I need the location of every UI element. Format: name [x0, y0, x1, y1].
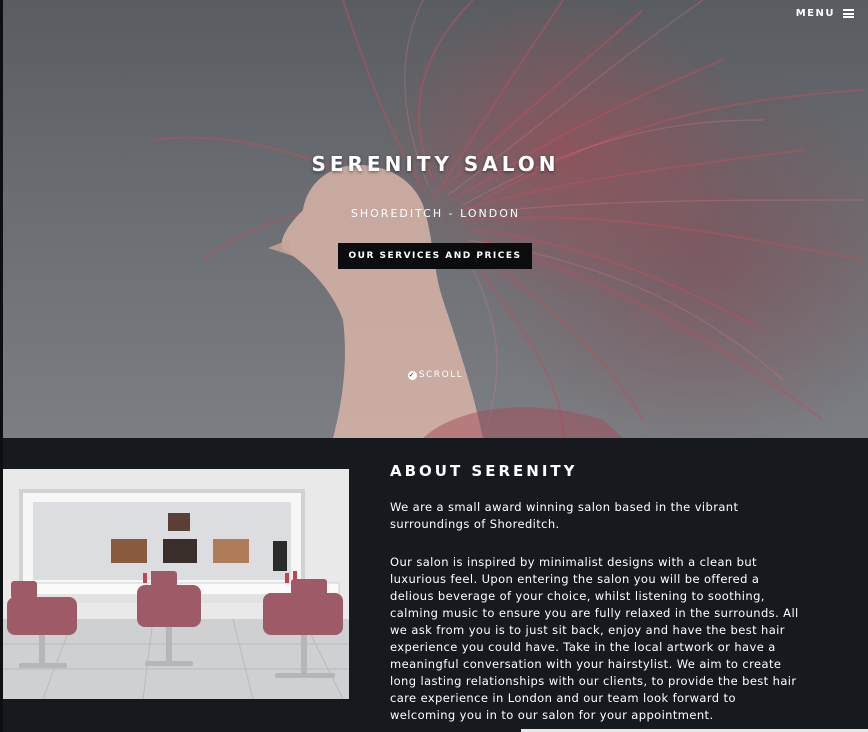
about-paragraph-2: Our salon is inspired by minimalist desi… [390, 555, 799, 722]
about-title: ABOUT SERENITY [390, 462, 578, 480]
hamburger-icon [843, 9, 854, 18]
chevron-down-circle-icon: ✓ [407, 370, 417, 380]
salon-interior-photo [3, 469, 349, 699]
left-edge [0, 0, 3, 732]
hero-title: SERENITY SALON [311, 152, 560, 176]
hero-subtitle: SHOREDITCH - LONDON [350, 207, 521, 220]
about-paragraph-1: We are a small award winning salon based… [390, 500, 739, 531]
services-prices-button[interactable]: OUR SERVICES AND PRICES [338, 243, 532, 269]
scroll-label: SCROLL [418, 370, 464, 380]
scroll-link[interactable]: ✓ SCROLL [3, 370, 868, 380]
menu-button[interactable]: MENU [796, 8, 854, 19]
hero-section: MENU SERENITY SALON SHOREDITCH - LONDON … [3, 0, 868, 438]
menu-label: MENU [795, 8, 835, 19]
